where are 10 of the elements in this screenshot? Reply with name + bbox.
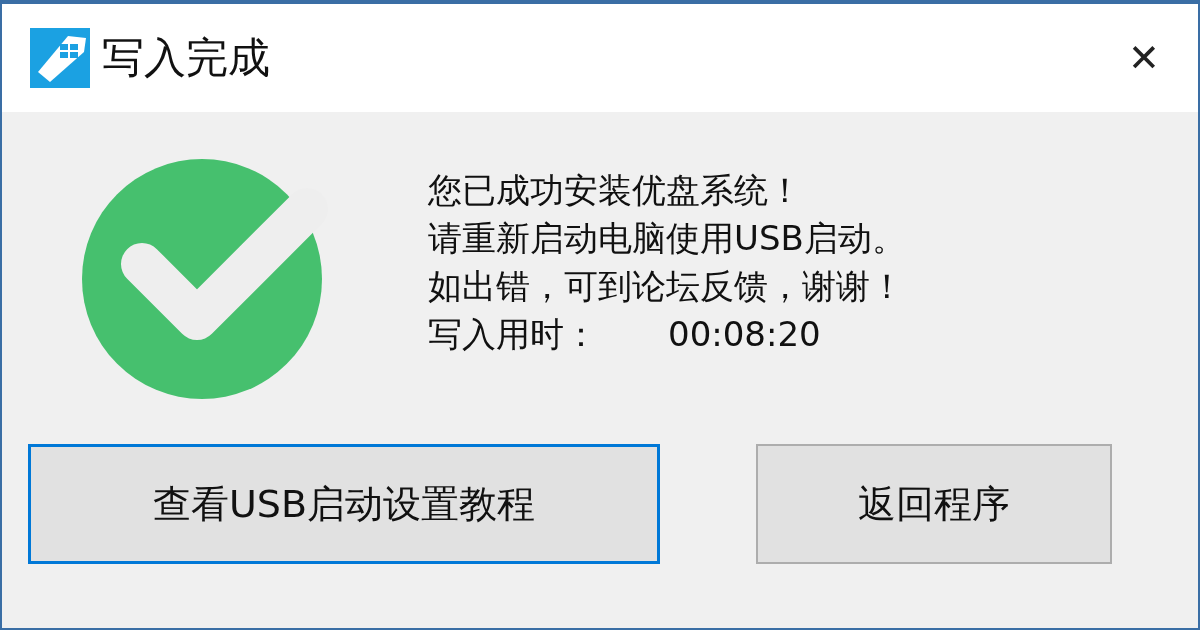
window-title: 写入完成 — [102, 32, 271, 84]
message-text: 如出错，可到论坛反馈，谢谢！ — [428, 265, 905, 308]
rocket-icon — [30, 28, 90, 88]
close-button[interactable]: ✕ — [1114, 28, 1174, 88]
time-value: 00:08:20 — [668, 313, 821, 356]
dialog-button[interactable]: 返回程序 — [756, 444, 1112, 564]
dialog-button[interactable]: 查看USB启动设置教程 — [28, 444, 660, 564]
time-label: 写入用时： — [428, 313, 598, 356]
message-text: 请重新启动电脑使用USB启动。 — [428, 217, 906, 260]
message-text: 您已成功安装优盘系统！ — [428, 169, 803, 212]
